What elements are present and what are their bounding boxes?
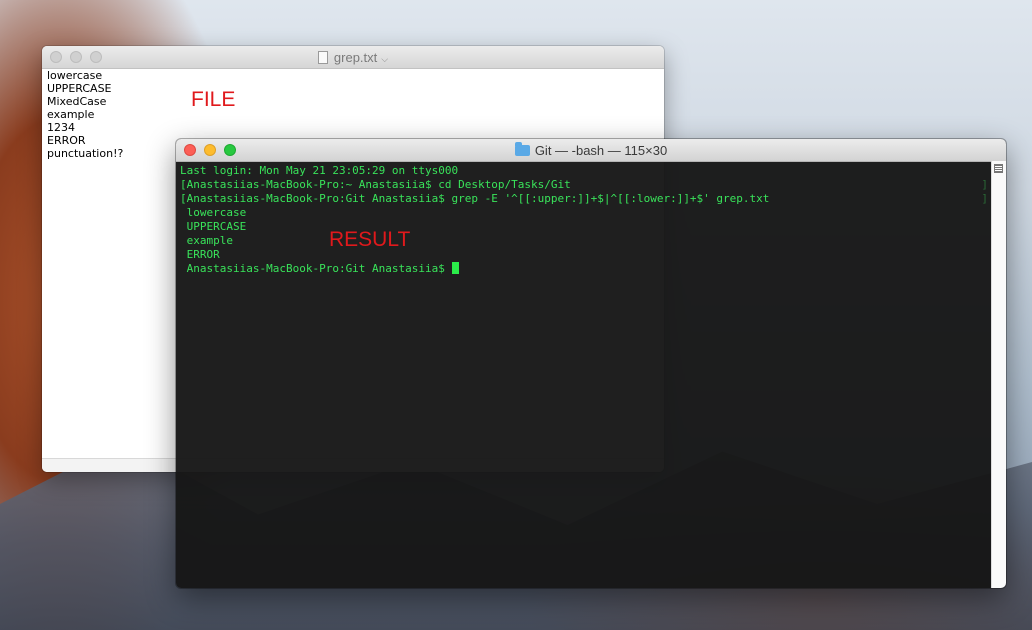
terminal-line: UPPERCASE [180,220,247,233]
textedit-title-text: grep.txt [333,50,378,65]
file-line: ERROR [47,134,86,147]
terminal-line: [Anastasiias-MacBook-Pro:Git Anastasiia$… [180,192,770,205]
terminal-window[interactable]: Git — -bash — 115×30 Last login: Mon May… [176,139,1006,588]
folder-icon [514,142,530,156]
file-line: 1234 [47,121,75,134]
result-annotation-label: RESULT [329,228,411,251]
file-line: example [47,108,95,121]
line-wrap-marker: ] [981,178,988,191]
textedit-title[interactable]: grep.txt ⌵ [42,50,664,65]
document-icon [317,51,328,64]
terminal-line: ERROR [180,248,220,261]
line-wrap-marker: ] [981,192,988,205]
terminal-prompt-line[interactable]: Anastasiias-MacBook-Pro:Git Anastasiia$ [180,262,769,276]
terminal-title-text: Git — -bash — 115×30 [534,143,668,158]
textedit-content[interactable]: lowercase UPPERCASE MixedCase example 12… [47,69,123,160]
terminal-line: lowercase [180,206,247,219]
terminal-line: example [180,234,233,247]
terminal-prompt: Anastasiias-MacBook-Pro:Git Anastasiia$ [180,262,452,275]
file-line: UPPERCASE [47,82,112,95]
terminal-line: Last login: Mon May 21 23:05:29 on ttys0… [180,164,459,177]
file-line: punctuation!? [47,147,124,160]
textedit-titlebar[interactable]: grep.txt ⌵ [42,46,664,69]
split-pane-icon[interactable] [994,164,1003,173]
terminal-scrollbar[interactable] [991,161,1006,588]
terminal-titlebar[interactable]: Git — -bash — 115×30 [176,139,1006,162]
file-annotation-label: FILE [191,88,236,111]
chevron-down-icon[interactable]: ⌵ [381,54,388,64]
file-line: lowercase [47,69,103,82]
terminal-title[interactable]: Git — -bash — 115×30 [176,142,1006,158]
terminal-line: [Anastasiias-MacBook-Pro:~ Anastasiia$ c… [180,178,571,191]
terminal-content[interactable]: Last login: Mon May 21 23:05:29 on ttys0… [180,164,769,276]
file-line: MixedCase [47,95,107,108]
terminal-cursor [451,262,459,274]
